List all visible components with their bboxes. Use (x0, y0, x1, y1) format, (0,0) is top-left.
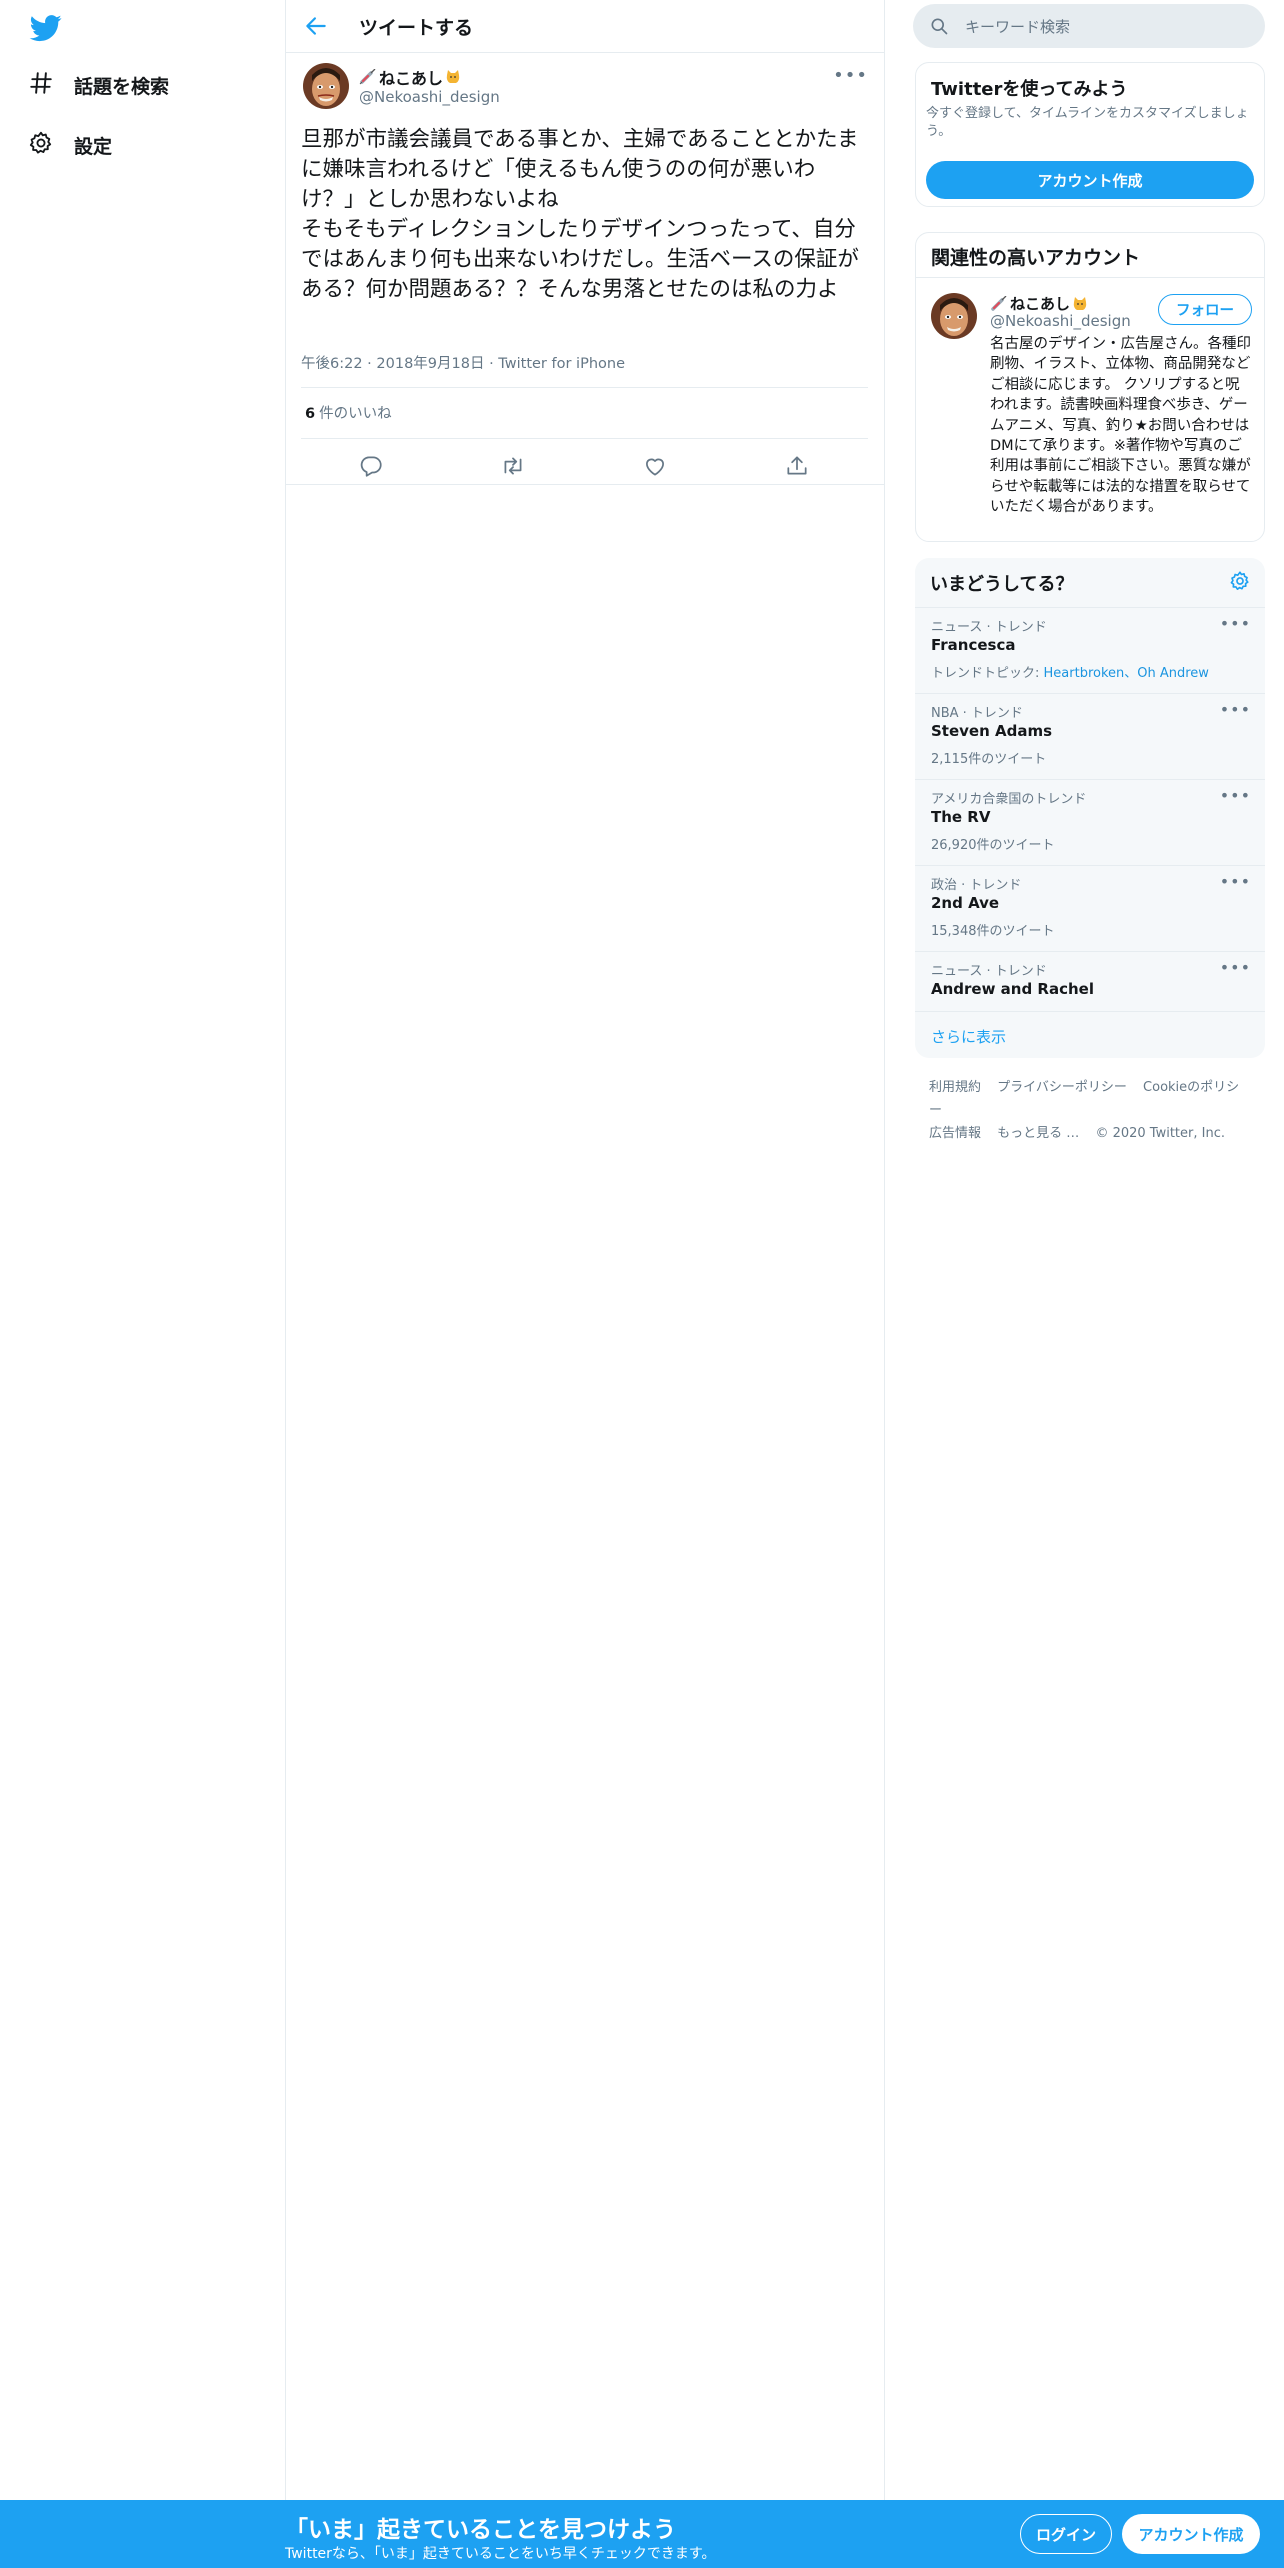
trend-item[interactable]: アメリカ合衆国のトレンド The RV 26,920件のツイート ••• (915, 779, 1265, 865)
trend-category: ニュース · トレンド (931, 620, 1047, 635)
syringe-emoji-icon (990, 295, 1008, 312)
more-options-icon[interactable]: ••• (1220, 786, 1251, 805)
search-input[interactable]: キーワード検索 (913, 4, 1265, 48)
author-handle[interactable]: @Nekoashi_design (359, 88, 500, 106)
nav-label: 設定 (74, 135, 113, 158)
cat-emoji-icon (1072, 296, 1088, 312)
hashtag-icon (28, 70, 54, 100)
more-options-icon[interactable]: ••• (833, 65, 868, 86)
share-icon[interactable] (784, 453, 810, 479)
tweet-time[interactable]: 午後6:22 (301, 356, 363, 372)
related-avatar[interactable] (931, 293, 977, 339)
nav-explore[interactable]: 話題を検索 (28, 61, 169, 109)
search-icon (931, 18, 948, 35)
divider (916, 277, 1264, 278)
nav-settings[interactable]: 設定 (28, 121, 112, 169)
more-options-icon[interactable]: ••• (1220, 872, 1251, 891)
follow-button[interactable]: フォロー (1158, 294, 1252, 325)
login-button[interactable]: ログイン (1020, 2514, 1112, 2554)
related-name[interactable]: ねこあし (990, 293, 1088, 314)
tweet-date[interactable]: 2018年9月18日 (376, 356, 484, 372)
trend-name: 2nd Ave (931, 894, 1000, 912)
trend-category: NBA · トレンド (931, 706, 1023, 721)
meta-dot: · (484, 356, 499, 372)
trend-item[interactable]: ニュース · トレンド Andrew and Rachel ••• (915, 951, 1265, 1011)
trend-tweet-count: 26,920件のツイート (931, 838, 1055, 853)
trend-name: Steven Adams (931, 722, 1053, 740)
search-placeholder: キーワード検索 (965, 17, 1071, 36)
footer-links: 利用規約 プライバシーポリシー Cookieのポリシー 広告情報 もっと見る …… (929, 1076, 1259, 1145)
trends-card: いまどうしてる？ ニュース · トレンド Francesca トレンドトピック:… (915, 558, 1265, 1058)
tweet-timestamp: 午後6:22 · 2018年9月18日 · Twitter for iPhone (301, 352, 625, 373)
related-handle[interactable]: @Nekoashi_design (990, 312, 1131, 330)
trends-title: いまどうしてる？ (930, 574, 1074, 595)
trend-name: Francesca (931, 636, 1016, 654)
trend-name: Andrew and Rachel (931, 980, 1094, 998)
bottom-bar-title: 「いま」起きていることを見つけよう (285, 2517, 676, 2543)
trend-topics: トレンドトピック: Heartbroken、Oh Andrew (931, 662, 1209, 681)
bottom-bar-subtitle: Twitterなら、「いま」起きていることをいち早くチェックできます。 (285, 2546, 716, 2562)
trend-category: アメリカ合衆国のトレンド (931, 792, 1087, 807)
footer-link-terms[interactable]: 利用規約 (929, 1080, 981, 1095)
trend-tweet-count: 2,115件のツイート (931, 752, 1047, 767)
more-options-icon[interactable]: ••• (1220, 958, 1251, 977)
divider (301, 438, 868, 439)
author-name-text: ねこあし (379, 69, 444, 88)
trend-topic-label: トレンドトピック: (931, 666, 1044, 681)
back-arrow-icon[interactable] (303, 13, 329, 39)
likes-number: 6 (305, 406, 316, 422)
left-sidebar: 話題を検索 設定 (0, 0, 285, 2568)
related-accounts-card: 関連性の高いアカウント ねこあし @Nekoashi_design フォロー 名… (915, 232, 1265, 542)
avatar[interactable] (303, 63, 349, 109)
related-bio: 名古屋のデザイン・広告屋さん。各種印刷物、イラスト、立体物、商品開発などご相談に… (990, 336, 1251, 516)
divider (301, 387, 868, 388)
syringe-emoji-icon (359, 68, 377, 85)
likes-count[interactable]: 6 件のいいね (305, 402, 392, 423)
retweet-icon[interactable] (500, 453, 526, 479)
trend-item[interactable]: NBA · トレンド Steven Adams 2,115件のツイート ••• (915, 693, 1265, 779)
reply-icon[interactable] (358, 453, 384, 479)
cat-emoji-icon (445, 69, 461, 85)
signup-button[interactable]: アカウント作成 (926, 161, 1254, 199)
heart-icon[interactable] (642, 453, 668, 479)
related-account-row[interactable]: ねこあし @Nekoashi_design フォロー 名古屋のデザイン・広告屋さ… (916, 281, 1264, 541)
trend-tweet-count: 15,348件のツイート (931, 924, 1055, 939)
footer-copyright: © 2020 Twitter, Inc. (1095, 1126, 1225, 1141)
meta-dot: · (362, 356, 377, 372)
signup-button[interactable]: アカウント作成 (1122, 2514, 1260, 2554)
divider (285, 484, 884, 485)
related-title: 関連性の高いアカウント (931, 247, 1141, 269)
footer-link-privacy[interactable]: プライバシーポリシー (997, 1080, 1127, 1095)
twitter-logo-icon[interactable] (28, 12, 64, 44)
trend-item[interactable]: 政治 · トレンド 2nd Ave 15,348件のツイート ••• (915, 865, 1265, 951)
trend-item[interactable]: ニュース · トレンド Francesca トレンドトピック: Heartbro… (915, 607, 1265, 693)
trend-name: The RV (931, 808, 991, 826)
page: 話題を検索 設定 ツイートする ねこあし @Nekoashi_design ••… (0, 0, 1284, 2568)
divider (915, 1011, 1265, 1012)
author-name[interactable]: ねこあし (359, 65, 461, 89)
tweet-text: 旦那が市議会議員である事とか、主婦であることとかたまに嫌味言われるけど「使えるも… (301, 127, 859, 302)
tweet-source[interactable]: Twitter for iPhone (498, 356, 625, 372)
trend-topic-links[interactable]: Heartbroken、Oh Andrew (1044, 666, 1209, 681)
likes-label: 件のいいね (319, 406, 392, 422)
signup-description: 今すぐ登録して、タイムラインをカスタマイズしましょう。 (926, 106, 1249, 139)
main-column: ツイートする ねこあし @Nekoashi_design ••• 旦那が市議会議… (285, 0, 884, 2500)
trends-settings-icon[interactable] (1229, 570, 1251, 592)
right-divider (884, 0, 885, 2568)
trend-category: 政治 · トレンド (931, 878, 1022, 893)
nav-label: 話題を検索 (74, 75, 170, 98)
footer-link-more[interactable]: もっと見る … (997, 1126, 1079, 1141)
page-title: ツイートする (359, 16, 474, 39)
bottom-signup-bar: 「いま」起きていることを見つけよう Twitterなら、「いま」起きていることを… (0, 2500, 1284, 2568)
trend-category: ニュース · トレンド (931, 964, 1047, 979)
signup-title: Twitterを使ってみよう (931, 79, 1128, 100)
more-options-icon[interactable]: ••• (1220, 700, 1251, 719)
signup-card: Twitterを使ってみよう 今すぐ登録して、タイムラインをカスタマイズしましょ… (915, 62, 1265, 207)
gear-icon (28, 130, 54, 160)
footer-link-ads[interactable]: 広告情報 (929, 1126, 981, 1141)
related-name-text: ねこあし (1010, 295, 1071, 313)
more-options-icon[interactable]: ••• (1220, 614, 1251, 633)
main-header: ツイートする (285, 0, 884, 53)
show-more-link[interactable]: さらに表示 (931, 1026, 1006, 1047)
